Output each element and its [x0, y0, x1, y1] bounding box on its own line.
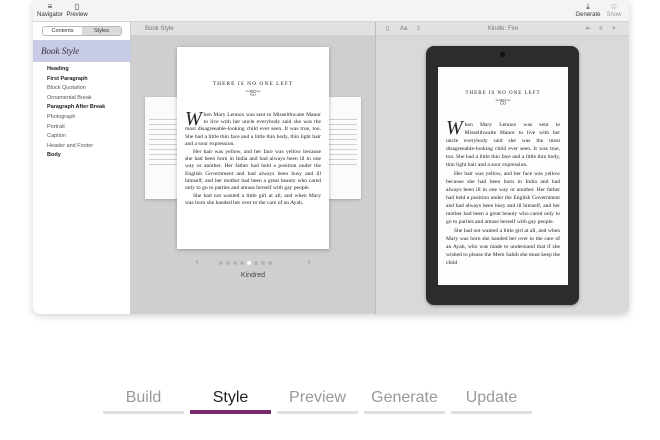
page-dot[interactable]: [268, 261, 272, 265]
page-dot[interactable]: [247, 261, 251, 265]
page-dot[interactable]: [261, 261, 265, 265]
chapter-body: When Mary Lennox was sent to Misselthwai…: [438, 117, 568, 267]
style-item[interactable]: Caption: [47, 132, 105, 142]
previous-style-button[interactable]: ‹: [192, 258, 202, 268]
first-page-icon[interactable]: ⇤: [586, 22, 591, 36]
style-item[interactable]: Portrait: [47, 123, 105, 133]
phone-icon: ▯: [74, 2, 80, 11]
style-item[interactable]: Body: [47, 151, 105, 161]
paragraph: Her hair was yellow, and her face was ye…: [185, 149, 321, 192]
previous-page-thumbnail[interactable]: [145, 97, 181, 199]
device-name[interactable]: Kindle: Fire: [376, 22, 629, 36]
page-dot[interactable]: [240, 261, 244, 265]
kindle-device: THERE IS NO ONE LEFT ~ஐ~ When Mary Lenno…: [426, 46, 579, 305]
show-label: Show: [606, 12, 622, 18]
person-icon: ☺: [609, 2, 619, 11]
device-preview-pane: THERE IS NO ONE LEFT ~ஐ~ When Mary Lenno…: [375, 36, 629, 314]
middle-pane-header: Book Style: [131, 22, 375, 36]
preview-button[interactable]: ▯ Preview: [65, 1, 89, 18]
preview-label: Preview: [66, 12, 88, 18]
book-page-preview: THERE IS NO ONE LEFT ~ஐ~ When Mary Lenno…: [177, 47, 329, 249]
page-dot[interactable]: [226, 261, 230, 265]
drop-cap: W: [185, 108, 202, 130]
style-name: Kindred: [240, 272, 266, 279]
middle-pane-title: Book Style: [145, 26, 174, 32]
navigator-button[interactable]: ≡ Navigator: [37, 1, 63, 18]
style-item[interactable]: First Paragraph: [47, 75, 105, 85]
page-dot[interactable]: [233, 261, 237, 265]
style-item[interactable]: Heading: [47, 65, 105, 75]
tab-preview[interactable]: Preview: [277, 386, 358, 414]
style-item[interactable]: Paragraph After Break: [47, 103, 105, 113]
app-window: ≡ Navigator ▯ Preview ⤓ Generate ☺ Show …: [33, 0, 629, 314]
style-item[interactable]: Photograph: [47, 113, 105, 123]
list-icon: ≡: [47, 2, 53, 11]
close-icon[interactable]: ×: [612, 22, 616, 36]
tab-update[interactable]: Update: [451, 386, 532, 414]
right-pane-header: ▯ Aa ⇪ Kindle: Fire ⇤ ≡ ×: [375, 22, 629, 36]
style-item[interactable]: Header and Footer: [47, 142, 105, 152]
tab-build[interactable]: Build: [103, 386, 184, 414]
style-pager: ‹ ›: [192, 258, 314, 268]
ornament-icon: ~ஐ~: [245, 87, 261, 96]
selected-book-style[interactable]: Book Style: [33, 40, 131, 62]
toolbar: ≡ Navigator ▯ Preview ⤓ Generate ☺ Show: [33, 0, 629, 22]
first-paragraph: When Mary Lennox was sent to Misselthwai…: [185, 108, 321, 147]
styles-segment[interactable]: Styles: [82, 27, 121, 35]
next-style-button[interactable]: ›: [304, 258, 314, 268]
first-paragraph: When Mary Lennox was sent to Misselthwai…: [446, 117, 560, 168]
paragraph: She had not wanted a little girl at all,…: [185, 193, 321, 207]
chapter-body: When Mary Lennox was sent to Misselthwai…: [177, 108, 329, 208]
kindle-screen: THERE IS NO ONE LEFT ~ஐ~ When Mary Lenno…: [438, 67, 568, 285]
paragraph: She had not wanted a little girl at all,…: [446, 228, 560, 266]
ornament-icon: ~ஐ~: [495, 96, 511, 105]
menu-icon[interactable]: ≡: [599, 22, 603, 36]
page-dots: [219, 261, 272, 265]
next-page-thumbnail[interactable]: [325, 97, 361, 199]
style-preview-pane: THERE IS NO ONE LEFT ~ஐ~ When Mary Lenno…: [131, 36, 375, 314]
show-button[interactable]: ☺ Show: [603, 1, 625, 18]
sidebar: Contents Styles Book Style Heading First …: [33, 22, 131, 314]
drop-cap: W: [446, 117, 463, 139]
page-dot[interactable]: [254, 261, 258, 265]
paragraph: Her hair was yellow, and her face was ye…: [446, 171, 560, 225]
download-icon: ⤓: [586, 2, 590, 11]
camera-dot: [500, 52, 505, 57]
page-dot[interactable]: [219, 261, 223, 265]
style-item[interactable]: Block Quotation: [47, 84, 105, 94]
style-item[interactable]: Ornamental Break: [47, 94, 105, 104]
style-element-list: Heading First Paragraph Block Quotation Orn…: [47, 65, 105, 161]
navigator-label: Navigator: [37, 12, 63, 18]
generate-label: Generate: [575, 12, 601, 18]
tab-style[interactable]: Style: [190, 386, 271, 414]
generate-button[interactable]: ⤓ Generate: [574, 1, 602, 18]
workflow-tabs: Build Style Preview Generate Update: [103, 386, 532, 414]
contents-segment[interactable]: Contents: [43, 27, 82, 35]
sidebar-segmented-control: Contents Styles: [42, 26, 122, 36]
tab-generate[interactable]: Generate: [364, 386, 445, 414]
